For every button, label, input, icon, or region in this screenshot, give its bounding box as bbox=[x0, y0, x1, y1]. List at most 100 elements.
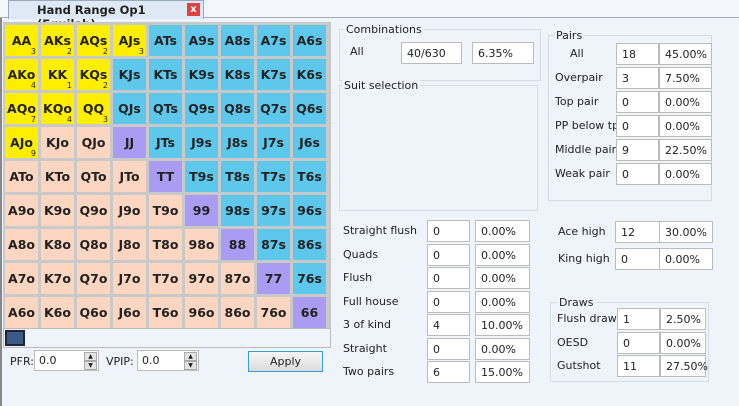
hand-cell[interactable]: A8o bbox=[5, 229, 38, 260]
scroll-thumb[interactable] bbox=[5, 330, 25, 346]
combo-count: 9 bbox=[30, 149, 36, 158]
hand-cell[interactable]: 86o bbox=[221, 297, 254, 328]
hand-cell[interactable]: Q9o bbox=[77, 195, 110, 226]
hand-label: K6o bbox=[44, 305, 71, 320]
spin-down-icon[interactable]: ▼ bbox=[84, 361, 97, 370]
hand-cell[interactable]: Q8o bbox=[77, 229, 110, 260]
hand-cell[interactable]: QTs bbox=[149, 93, 182, 124]
hand-cell[interactable]: KJs bbox=[113, 59, 146, 90]
hand-cell[interactable]: A9o bbox=[5, 195, 38, 226]
hand-cell[interactable]: 86s bbox=[293, 229, 326, 260]
hand-cell[interactable]: K6o bbox=[41, 297, 74, 328]
hand-cell[interactable]: J9s bbox=[185, 127, 218, 158]
hand-cell[interactable]: 76s bbox=[293, 263, 326, 294]
hand-cell[interactable]: K9s bbox=[185, 59, 218, 90]
hand-cell[interactable]: ATs bbox=[149, 25, 182, 56]
hand-cell[interactable]: KTo bbox=[41, 161, 74, 192]
hand-cell[interactable]: QJs bbox=[113, 93, 146, 124]
hand-label: J7o bbox=[118, 271, 141, 286]
scrollbar[interactable] bbox=[3, 328, 331, 348]
hand-cell[interactable]: A6s bbox=[293, 25, 326, 56]
hand-cell[interactable]: AJs 3 bbox=[113, 25, 146, 56]
hand-cell[interactable]: J6o bbox=[113, 297, 146, 328]
hand-cell[interactable]: 98s bbox=[221, 195, 254, 226]
apply-button[interactable]: Apply bbox=[248, 351, 323, 372]
hand-cell[interactable]: 87s bbox=[257, 229, 290, 260]
hand-cell[interactable]: J6s bbox=[293, 127, 326, 158]
hand-cell[interactable]: Q7o bbox=[77, 263, 110, 294]
pfr-spinner[interactable]: 0.0 ▲ ▼ bbox=[34, 350, 99, 371]
hand-cell[interactable]: KJo bbox=[41, 127, 74, 158]
hand-cell[interactable]: ATo bbox=[5, 161, 38, 192]
hand-cell[interactable]: JTo bbox=[113, 161, 146, 192]
hand-cell[interactable]: 99 bbox=[185, 195, 218, 226]
hand-cell[interactable]: A8s bbox=[221, 25, 254, 56]
hand-cell[interactable]: T8o bbox=[149, 229, 182, 260]
hand-cell[interactable]: K7o bbox=[41, 263, 74, 294]
hand-cell[interactable]: 76o bbox=[257, 297, 290, 328]
hand-cell[interactable]: Q8s bbox=[221, 93, 254, 124]
hand-cell[interactable]: KK 1 bbox=[41, 59, 74, 90]
hand-cell[interactable]: K6s bbox=[293, 59, 326, 90]
hand-cell[interactable]: KTs bbox=[149, 59, 182, 90]
hand-cell[interactable]: AA 3 bbox=[5, 25, 38, 56]
hand-cell[interactable]: T8s bbox=[221, 161, 254, 192]
hand-cell[interactable]: TT bbox=[149, 161, 182, 192]
hand-cell[interactable]: K9o bbox=[41, 195, 74, 226]
hand-cell[interactable]: KQs 2 bbox=[77, 59, 110, 90]
hand-cell[interactable]: AQo 7 bbox=[5, 93, 38, 124]
hand-cell[interactable]: AKo 4 bbox=[5, 59, 38, 90]
hand-cell[interactable]: KQo 4 bbox=[41, 93, 74, 124]
hand-cell[interactable]: T9o bbox=[149, 195, 182, 226]
hand-cell[interactable]: J7o bbox=[113, 263, 146, 294]
hand-label: 66 bbox=[300, 305, 319, 320]
hand-cell[interactable]: K8o bbox=[41, 229, 74, 260]
close-icon[interactable]: x bbox=[187, 3, 200, 16]
spin-up-icon[interactable]: ▲ bbox=[184, 352, 197, 361]
hand-cell[interactable]: 97s bbox=[257, 195, 290, 226]
hand-cell[interactable]: AQs 2 bbox=[77, 25, 110, 56]
hand-cell[interactable]: T7s bbox=[257, 161, 290, 192]
hand-cell[interactable]: Q6s bbox=[293, 93, 326, 124]
hand-cell[interactable]: 77 bbox=[257, 263, 290, 294]
hand-cell[interactable]: T9s bbox=[185, 161, 218, 192]
hand-cell[interactable]: QTo bbox=[77, 161, 110, 192]
hand-cell[interactable]: T6s bbox=[293, 161, 326, 192]
hand-cell[interactable]: QJo bbox=[77, 127, 110, 158]
hand-cell[interactable]: 98o bbox=[185, 229, 218, 260]
hand-cell[interactable]: 88 bbox=[221, 229, 254, 260]
hand-cell[interactable]: A9s bbox=[185, 25, 218, 56]
hand-cell[interactable]: A6o bbox=[5, 297, 38, 328]
hand-cell[interactable]: 66 bbox=[293, 297, 326, 328]
pairs-row-label: Overpair bbox=[555, 71, 603, 84]
hand-cell[interactable]: J8s bbox=[221, 127, 254, 158]
hand-cell[interactable]: 96s bbox=[293, 195, 326, 226]
hand-cell[interactable]: JTs bbox=[149, 127, 182, 158]
hand-cell[interactable]: Q6o bbox=[77, 297, 110, 328]
hand-cell[interactable]: K7s bbox=[257, 59, 290, 90]
hand-cell[interactable]: Q7s bbox=[257, 93, 290, 124]
spin-down-icon[interactable]: ▼ bbox=[184, 361, 197, 370]
tab-hand-range[interactable]: Hand Range Op1 (Equilab) bbox=[8, 0, 204, 31]
hand-cell[interactable]: 96o bbox=[185, 297, 218, 328]
hand-cell[interactable]: K8s bbox=[221, 59, 254, 90]
hand-cell[interactable]: 97o bbox=[185, 263, 218, 294]
hand-cell[interactable]: AKs 2 bbox=[41, 25, 74, 56]
hand-cell[interactable]: Q9s bbox=[185, 93, 218, 124]
hand-cell[interactable]: T6o bbox=[149, 297, 182, 328]
hand-cell[interactable]: J8o bbox=[113, 229, 146, 260]
hand-cell[interactable]: AJo 9 bbox=[5, 127, 38, 158]
hand-cell[interactable]: QQ 3 bbox=[77, 93, 110, 124]
hand-cell[interactable]: A7o bbox=[5, 263, 38, 294]
hand-cell[interactable]: JJ bbox=[113, 127, 146, 158]
hand-cell[interactable]: T7o bbox=[149, 263, 182, 294]
vpip-spinner[interactable]: 0.0 ▲ ▼ bbox=[137, 350, 199, 371]
hand-cell[interactable]: A7s bbox=[257, 25, 290, 56]
hand-cell[interactable]: J9o bbox=[113, 195, 146, 226]
hand-label: K7s bbox=[260, 67, 287, 82]
spin-up-icon[interactable]: ▲ bbox=[84, 352, 97, 361]
hand-cell[interactable]: 87o bbox=[221, 263, 254, 294]
hand-label: Q7s bbox=[260, 101, 287, 116]
hand-cell[interactable]: J7s bbox=[257, 127, 290, 158]
hand-label: K8o bbox=[44, 237, 71, 252]
